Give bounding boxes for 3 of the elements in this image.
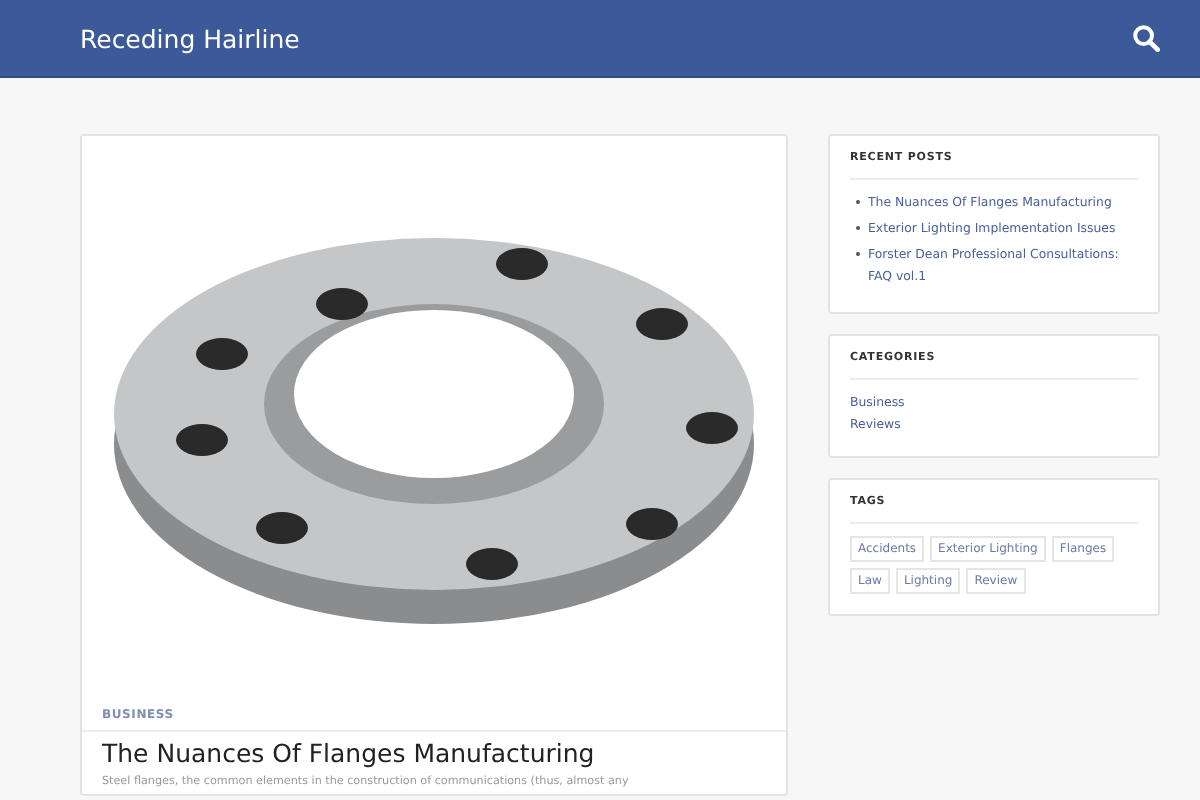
site-title[interactable]: Receding Hairline [80,23,300,53]
search-icon[interactable] [1132,24,1160,52]
post-title[interactable]: The Nuances Of Flanges Manufacturing [82,732,786,770]
